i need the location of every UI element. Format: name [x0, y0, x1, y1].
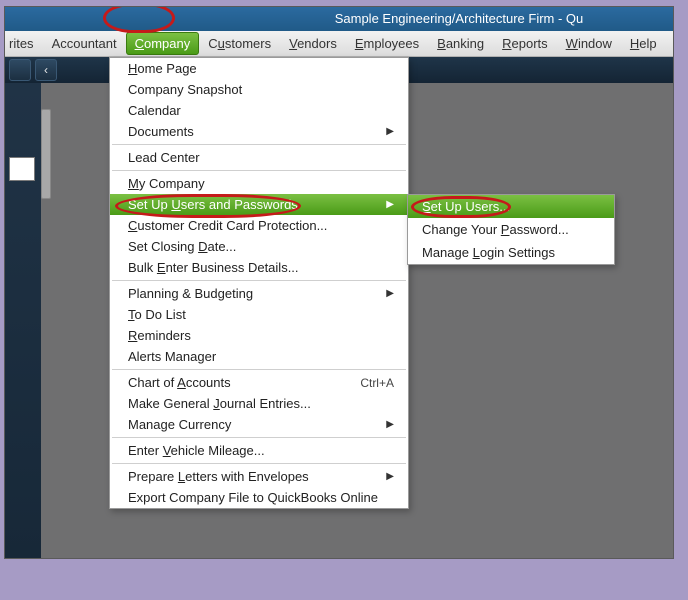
menu-item-reports[interactable]: Reports — [493, 32, 557, 55]
menu-separator — [112, 369, 406, 370]
menu-item[interactable]: Prepare Letters with Envelopes ▶ — [110, 466, 408, 487]
menu-item[interactable]: Set Closing Date... — [110, 236, 408, 257]
menu-item-window[interactable]: Window — [557, 32, 621, 55]
menu-item-label: To Do List — [128, 307, 186, 322]
menubar: rites Accountant Company Customers Vendo… — [5, 31, 673, 57]
menu-item-help[interactable]: Help — [621, 32, 666, 55]
menu-item-label: Set Up Users and Passwords — [128, 197, 298, 212]
menu-item[interactable]: Make General Journal Entries... — [110, 393, 408, 414]
toolbar-button-unknown[interactable] — [9, 59, 31, 81]
menu-item-customers[interactable]: Customers — [199, 32, 280, 55]
submenu-arrow-icon: ▶ — [386, 199, 394, 210]
submenu-item[interactable]: Set Up Users... — [408, 195, 614, 218]
menu-item-label: Documents — [128, 124, 194, 139]
menu-separator — [112, 463, 406, 464]
toolbar-back-button[interactable]: ‹ — [35, 59, 57, 81]
company-dropdown-menu: Home Page Company Snapshot Calendar Documen… — [109, 57, 409, 509]
submenu-item-label: Change Your Password... — [422, 222, 569, 237]
menu-item-label: Company Snapshot — [128, 82, 242, 97]
window-title: Sample Engineering/Architecture Firm - Q… — [335, 11, 584, 26]
menu-item[interactable]: Alerts Manager — [110, 346, 408, 367]
menu-item[interactable]: My Company — [110, 173, 408, 194]
menu-item[interactable]: Set Up Users and Passwords ▶ — [110, 194, 408, 215]
menu-item[interactable]: Bulk Enter Business Details... — [110, 257, 408, 278]
menu-separator — [112, 144, 406, 145]
menu-item-label: Lead Center — [128, 150, 200, 165]
menu-item-label: Calendar — [128, 103, 181, 118]
menu-item[interactable]: Documents ▶ — [110, 121, 408, 142]
submenu-item-label: Manage Login Settings — [422, 245, 555, 260]
submenu-arrow-icon: ▶ — [386, 288, 394, 299]
menu-item-label: Make General Journal Entries... — [128, 396, 311, 411]
menu-item[interactable]: Reminders — [110, 325, 408, 346]
sidebar — [5, 83, 41, 559]
menu-item[interactable]: Manage Currency ▶ — [110, 414, 408, 435]
menu-item[interactable]: Calendar — [110, 100, 408, 121]
menu-item[interactable]: Customer Credit Card Protection... — [110, 215, 408, 236]
menu-item-label: Chart of Accounts — [128, 375, 231, 390]
submenu-item[interactable]: Manage Login Settings — [408, 241, 614, 264]
submenu-item[interactable]: Change Your Password... — [408, 218, 614, 241]
menu-item-label: Customer Credit Card Protection... — [128, 218, 327, 233]
menu-item[interactable]: Home Page — [110, 58, 408, 79]
menu-item-partial[interactable]: rites — [7, 32, 43, 55]
menu-item-label: Prepare Letters with Envelopes — [128, 469, 309, 484]
menu-item-label: Manage Currency — [128, 417, 231, 432]
menu-shortcut: Ctrl+A — [360, 376, 394, 390]
menu-item[interactable]: Enter Vehicle Mileage... — [110, 440, 408, 461]
menu-item-label: Reminders — [128, 328, 191, 343]
menu-item-accountant[interactable]: Accountant — [43, 32, 126, 55]
app-window: Sample Engineering/Architecture Firm - Q… — [4, 6, 674, 559]
menu-separator — [112, 437, 406, 438]
menu-item[interactable]: Company Snapshot — [110, 79, 408, 100]
menu-item-vendors[interactable]: Vendors — [280, 32, 346, 55]
menu-item-banking[interactable]: Banking — [428, 32, 493, 55]
menu-item[interactable]: Export Company File to QuickBooks Online — [110, 487, 408, 508]
window-titlebar: Sample Engineering/Architecture Firm - Q… — [5, 7, 673, 31]
menu-item-label: Planning & Budgeting — [128, 286, 253, 301]
users-passwords-submenu: Set Up Users... Change Your Password... Ma… — [407, 194, 615, 265]
menu-item-label: My Company — [128, 176, 205, 191]
sidebar-panel-icon[interactable] — [9, 157, 35, 181]
menu-item[interactable]: Planning & Budgeting ▶ — [110, 283, 408, 304]
submenu-arrow-icon: ▶ — [386, 419, 394, 430]
menu-item[interactable]: Lead Center — [110, 147, 408, 168]
menu-item-employees[interactable]: Employees — [346, 32, 428, 55]
menu-item-label: Bulk Enter Business Details... — [128, 260, 299, 275]
menu-item-label: Alerts Manager — [128, 349, 216, 364]
menu-separator — [112, 170, 406, 171]
menu-separator — [112, 280, 406, 281]
menu-item-label: Enter Vehicle Mileage... — [128, 443, 265, 458]
menu-item-label: Export Company File to QuickBooks Online — [128, 490, 378, 505]
menu-item-company[interactable]: Company — [126, 32, 200, 55]
menu-item[interactable]: To Do List — [110, 304, 408, 325]
menu-item-label: Home Page — [128, 61, 197, 76]
menu-item[interactable]: Chart of Accounts Ctrl+A — [110, 372, 408, 393]
scrollbar-thumb[interactable] — [41, 109, 51, 199]
submenu-item-label: Set Up Users... — [422, 199, 510, 214]
menu-item-label: Set Closing Date... — [128, 239, 236, 254]
submenu-arrow-icon: ▶ — [386, 471, 394, 482]
submenu-arrow-icon: ▶ — [386, 126, 394, 137]
